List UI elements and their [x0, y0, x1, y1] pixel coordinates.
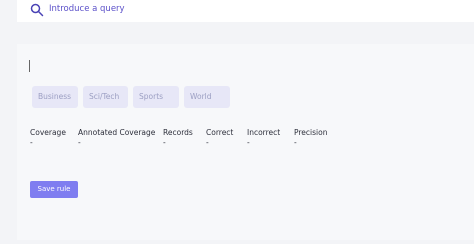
metric-value-correct: -	[206, 138, 209, 147]
save-rule-button[interactable]: Save rule	[30, 181, 78, 198]
label-business[interactable]: Business	[32, 86, 78, 108]
metric-value-records: -	[163, 138, 166, 147]
search-input-placeholder[interactable]: Introduce a query	[49, 4, 125, 14]
metric-value-precision: -	[294, 138, 297, 147]
metric-value-annotated-coverage: -	[78, 138, 81, 147]
label-world[interactable]: World	[184, 86, 230, 108]
metric-header-precision: Precision	[294, 128, 328, 137]
metric-header-incorrect: Incorrect	[247, 128, 281, 137]
text-cursor[interactable]	[29, 60, 30, 72]
metric-header-correct: Correct	[206, 128, 234, 137]
search-icon	[30, 3, 44, 17]
metric-value-coverage: -	[30, 138, 33, 147]
rule-editor-panel: Business Sci/Tech Sports World Coverage …	[17, 44, 474, 240]
metric-header-annotated-coverage: Annotated Coverage	[78, 128, 156, 137]
metric-value-incorrect: -	[247, 138, 250, 147]
metric-header-records: Records	[163, 128, 193, 137]
metric-header-coverage: Coverage	[30, 128, 66, 137]
search-bar[interactable]: Introduce a query	[17, 0, 474, 22]
label-sci-tech[interactable]: Sci/Tech	[83, 86, 128, 108]
label-sports[interactable]: Sports	[133, 86, 179, 108]
